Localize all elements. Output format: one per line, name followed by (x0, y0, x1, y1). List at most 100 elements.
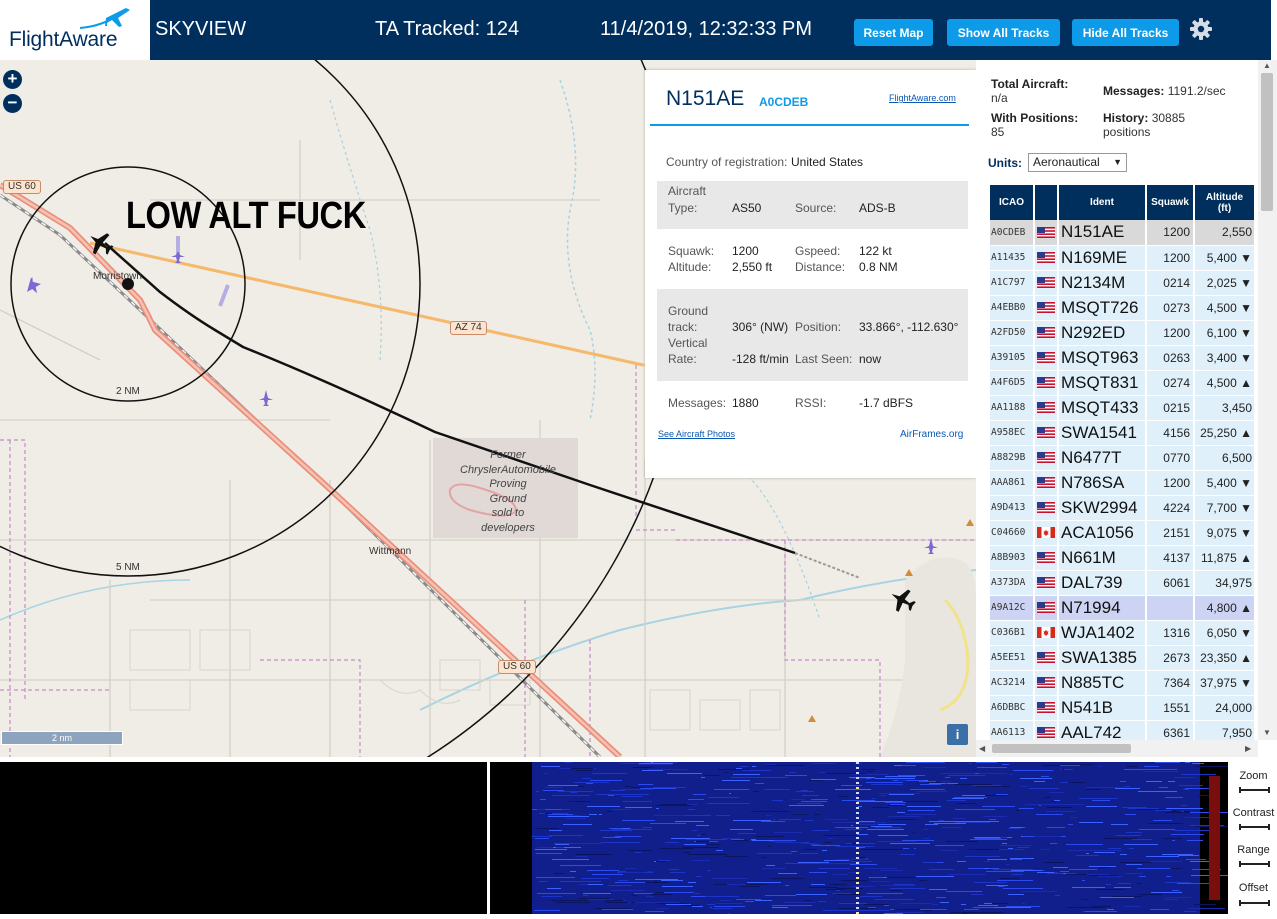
column-header-icao[interactable]: ICAO (990, 185, 1035, 220)
us-flag-icon (1037, 326, 1055, 338)
table-row[interactable]: A2FD50 N292ED 1200 6,100 ▼ (990, 320, 1256, 346)
vertical-rate-label: Rate: (668, 352, 697, 366)
gspeed-label: Gspeed: (795, 244, 841, 258)
cell-altitude: 5,400 ▼ (1194, 245, 1256, 271)
history-stat: History: 30885 positions (1103, 111, 1186, 139)
scroll-right-arrow-icon[interactable]: ▶ (1245, 744, 1251, 753)
settings-gear-icon[interactable] (1189, 17, 1213, 41)
cell-flag (1034, 620, 1059, 646)
table-row[interactable]: A958EC SWA1541 4156 25,250 ▲ (990, 420, 1256, 446)
popup-hex: A0CDEB (759, 95, 809, 109)
show-all-tracks-button[interactable]: Show All Tracks (947, 19, 1060, 46)
altitude-trend-icon: ▲ (1240, 425, 1252, 440)
cell-altitude: 4,500 ▲ (1194, 370, 1256, 396)
gspeed-value: 122 kt (859, 244, 892, 258)
reset-map-button[interactable]: Reset Map (854, 19, 933, 46)
squawk-value: 1200 (732, 244, 759, 258)
vertical-scroll-thumb[interactable] (1261, 73, 1273, 211)
column-header-altitude[interactable]: Altitude (ft) (1194, 185, 1256, 220)
with-positions-stat: With Positions: 85 (991, 111, 1079, 139)
table-row[interactable]: A9D413 SKW2994 4224 7,700 ▼ (990, 495, 1256, 521)
aircraft-table: ICAO Ident Squawk Altitude (ft) A0CDEB N15… (990, 185, 1256, 746)
squawk-label: Squawk: (668, 244, 715, 258)
popup-section-track (657, 289, 968, 381)
cell-ident: SWA1385 (1058, 645, 1147, 671)
scroll-left-arrow-icon[interactable]: ◀ (979, 744, 985, 753)
table-row[interactable]: AC3214 N885TC 7364 37,975 ▼ (990, 670, 1256, 696)
waterfall-canvas[interactable] (490, 762, 1228, 914)
column-header-squawk[interactable]: Squawk (1146, 185, 1195, 220)
table-row[interactable]: A39105 MSQT963 0263 3,400 ▼ (990, 345, 1256, 371)
range-ring-label-inner: 2 NM (116, 386, 140, 397)
units-select[interactable]: Aeronautical ▼ (1028, 153, 1127, 172)
table-row[interactable]: A373DA DAL739 6061 34,975 (990, 570, 1256, 596)
cell-ident: N661M (1058, 545, 1147, 571)
cell-flag (1034, 520, 1059, 546)
ground-track-label: track: (668, 320, 698, 334)
horizontal-scrollbar[interactable]: ◀ ▶ (976, 740, 1258, 757)
us-flag-icon (1037, 501, 1055, 513)
cell-ident: WJA1402 (1058, 620, 1147, 646)
cell-icao: A9D413 (990, 495, 1035, 521)
table-row[interactable]: A9A12C N71994 4,800 ▲ (990, 595, 1256, 621)
cell-flag (1034, 595, 1059, 621)
flightaware-logo[interactable]: FlightAware (0, 0, 150, 60)
table-row[interactable]: A4F6D5 MSQT831 0274 4,500 ▲ (990, 370, 1256, 396)
table-row[interactable]: AA1188 MSQT433 0215 3,450 (990, 395, 1256, 421)
us-flag-icon (1037, 451, 1055, 463)
altitude-trend-icon: ▲ (1240, 550, 1252, 565)
altitude-value: 2,550 ft (732, 260, 773, 274)
table-row[interactable]: A11435 N169ME 1200 5,400 ▼ (990, 245, 1256, 271)
country-label: Country of registration: (666, 155, 788, 169)
aircraft-photos-link[interactable]: See Aircraft Photos (658, 429, 735, 439)
table-row[interactable]: A4EBB0 MSQT726 0273 4,500 ▼ (990, 295, 1256, 321)
horizontal-scroll-thumb[interactable] (992, 744, 1131, 753)
table-row[interactable]: AAA861 N786SA 1200 5,400 ▼ (990, 470, 1256, 496)
cell-ident: SKW2994 (1058, 495, 1147, 521)
zoom-out-button[interactable]: − (3, 94, 22, 113)
country-value: United States (791, 155, 864, 169)
column-header-flag[interactable] (1034, 185, 1059, 220)
altitude-trend-icon: ▼ (1240, 325, 1252, 340)
table-row[interactable]: A5EE51 SWA1385 2673 23,350 ▲ (990, 645, 1256, 671)
table-row[interactable]: A8829B N6477T 0770 6,500 (990, 445, 1256, 471)
contrast-slider[interactable] (1239, 824, 1270, 830)
cell-ident: N71994 (1058, 595, 1147, 621)
cell-flag (1034, 270, 1059, 296)
flightaware-link[interactable]: FlightAware.com (889, 93, 956, 103)
cell-icao: C036B1 (990, 620, 1035, 646)
cell-squawk: 0215 (1146, 395, 1195, 421)
hide-all-tracks-button[interactable]: Hide All Tracks (1072, 19, 1179, 46)
us-flag-icon (1037, 551, 1055, 563)
waterfall-display[interactable] (490, 762, 1228, 914)
altitude-trend-icon: ▼ (1240, 275, 1252, 290)
clock: 11/4/2019, 12:32:33 PM (600, 18, 813, 40)
airframes-link[interactable]: AirFrames.org (900, 429, 963, 440)
range-slider[interactable] (1239, 861, 1270, 867)
cell-altitude: 37,975 ▼ (1194, 670, 1256, 696)
table-row[interactable]: C04660 ACA1056 2151 9,075 ▼ (990, 520, 1256, 546)
table-row[interactable]: C036B1 WJA1402 1316 6,050 ▼ (990, 620, 1256, 646)
column-header-ident[interactable]: Ident (1058, 185, 1147, 220)
scroll-down-arrow-icon[interactable]: ▼ (1263, 728, 1271, 737)
aircraft-sidebar: Total Aircraft: n/a Messages: 1191.2/sec… (976, 60, 1277, 757)
scroll-up-arrow-icon[interactable]: ▲ (1263, 61, 1271, 70)
table-row[interactable]: A6DBBC N541B 1551 24,000 (990, 695, 1256, 721)
table-row[interactable]: A1C797 N2134M 0214 2,025 ▼ (990, 270, 1256, 296)
cell-flag (1034, 470, 1059, 496)
messages-label: Messages: (668, 396, 727, 410)
popup-divider (650, 124, 969, 126)
map-info-button[interactable]: i (947, 724, 968, 745)
cell-altitude: 3,400 ▼ (1194, 345, 1256, 371)
spectrum-blank-area (0, 762, 487, 914)
table-row[interactable]: A0CDEB N151AE 1200 2,550 (990, 220, 1256, 246)
cell-flag (1034, 495, 1059, 521)
messages-stat: Messages: 1191.2/sec (1103, 84, 1226, 98)
us-flag-icon (1037, 701, 1055, 713)
zoom-slider[interactable] (1239, 787, 1270, 793)
offset-slider[interactable] (1239, 900, 1270, 906)
app-title: SKYVIEW (155, 18, 247, 40)
vertical-scrollbar[interactable]: ▲ ▼ (1258, 60, 1277, 740)
table-row[interactable]: A8B903 N661M 4137 11,875 ▲ (990, 545, 1256, 571)
zoom-in-button[interactable]: + (3, 70, 22, 89)
